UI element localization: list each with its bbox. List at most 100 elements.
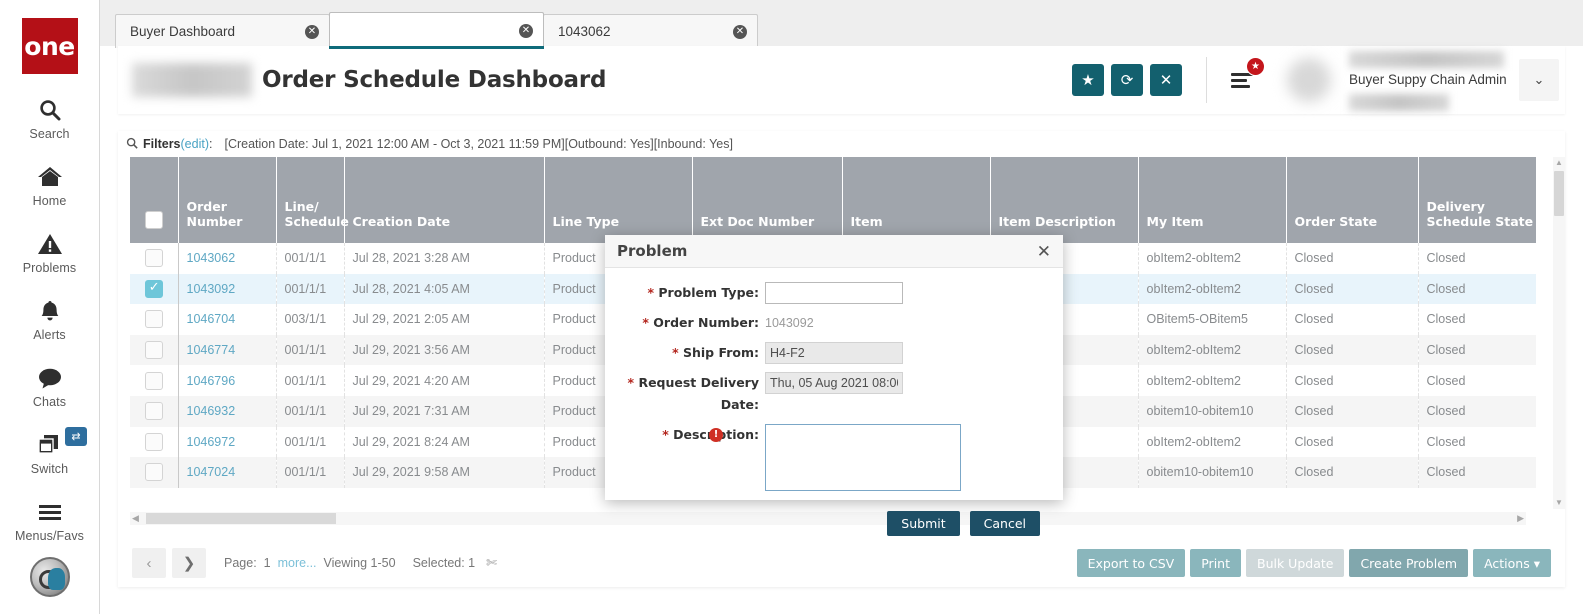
cell-delivery-schedule-state: Closed xyxy=(1426,312,1466,327)
col-line-schedule[interactable]: Line/ Schedule xyxy=(276,157,349,243)
scroll-left-icon[interactable]: ◀ xyxy=(132,512,139,525)
col-line-type[interactable]: Line Type xyxy=(544,157,693,243)
sidebar-item-problems[interactable]: Problems xyxy=(0,230,99,275)
row-select-cell[interactable] xyxy=(130,395,179,427)
row-checkbox[interactable] xyxy=(144,432,163,451)
col-order-number[interactable]: Order Number xyxy=(178,157,277,243)
clear-selection-icon[interactable]: ✄ xyxy=(486,555,497,571)
required-marker: * xyxy=(627,375,635,390)
scroll-up-icon[interactable]: ▲ xyxy=(1553,157,1565,169)
cell-order-number[interactable]: 1047024 xyxy=(178,457,277,488)
cell-creation-date: Jul 29, 2021 3:56 AM xyxy=(344,334,545,366)
col-creation-date[interactable]: Creation Date xyxy=(344,157,545,243)
vertical-scroll-thumb[interactable] xyxy=(1554,171,1564,216)
row-select-cell[interactable] xyxy=(130,426,179,458)
assistant-avatar-icon[interactable] xyxy=(29,557,70,597)
select-all-checkbox[interactable] xyxy=(144,211,163,229)
row-select-cell[interactable] xyxy=(130,243,179,274)
row-checkbox[interactable] xyxy=(144,371,163,390)
more-pages-link[interactable]: more... xyxy=(278,556,317,570)
row-checkbox[interactable] xyxy=(144,402,163,421)
sidebar-item-alerts[interactable]: Alerts xyxy=(0,297,99,342)
row-select-cell[interactable] xyxy=(130,304,179,335)
col-item[interactable]: Item xyxy=(842,157,991,243)
switch-badge-icon[interactable]: ⇄ xyxy=(65,427,87,446)
cell-order-state: Closed xyxy=(1286,334,1419,366)
sidebar-item-switch[interactable]: ⇄ Switch xyxy=(0,427,99,476)
scroll-down-icon[interactable]: ▼ xyxy=(1553,497,1565,509)
scroll-right-icon[interactable]: ▶ xyxy=(1517,512,1524,525)
sidebar-item-search[interactable]: Search xyxy=(0,96,99,141)
select-all-header xyxy=(130,157,179,243)
one-logo[interactable]: one xyxy=(21,18,78,74)
cell-creation-date: Jul 28, 2021 4:05 AM xyxy=(344,273,545,305)
previous-page-button[interactable]: ‹ xyxy=(132,548,166,578)
col-my-item[interactable]: My Item xyxy=(1138,157,1287,243)
cell-order-number[interactable]: 1046704 xyxy=(178,304,277,335)
user-org-redacted xyxy=(1349,94,1449,111)
cell-order-state: Closed xyxy=(1286,457,1419,488)
cell-order-state: Closed xyxy=(1286,243,1419,274)
sidebar-item-label: Chats xyxy=(32,395,67,409)
cell-order-number[interactable]: 1046932 xyxy=(178,395,277,427)
row-checkbox[interactable] xyxy=(144,279,163,298)
close-icon[interactable]: ✕ xyxy=(305,24,319,39)
cell-order-state: Closed xyxy=(1286,304,1419,335)
cell-order-number[interactable]: 1043062 xyxy=(178,243,277,274)
cell-order-number[interactable]: 1043092 xyxy=(178,273,277,305)
export-to-csv-button[interactable]: Export to CSV xyxy=(1076,549,1186,577)
cell-order-number[interactable]: 1046972 xyxy=(178,426,277,458)
refresh-button[interactable]: ⟳ xyxy=(1111,64,1143,96)
close-icon[interactable]: ✕ xyxy=(1037,243,1051,260)
row-checkbox[interactable] xyxy=(144,463,163,482)
submit-button[interactable]: Submit xyxy=(887,511,960,536)
col-order-state[interactable]: Order State xyxy=(1286,157,1419,243)
sidebar-item-menus-favs[interactable]: Menus/Favs xyxy=(0,498,99,543)
row-select-cell[interactable] xyxy=(130,334,179,366)
header-menu-button[interactable]: ★ xyxy=(1225,57,1265,97)
user-menu-caret[interactable]: ⌄ xyxy=(1519,59,1559,101)
close-icon[interactable]: ✕ xyxy=(519,23,533,38)
vertical-scrollbar[interactable]: ▲ ▼ xyxy=(1553,157,1565,509)
tab-order-schedule-dashboard[interactable]: ✕ xyxy=(329,12,544,49)
sidebar-item-home[interactable]: Home xyxy=(0,163,99,208)
filters-edit-link[interactable]: (edit) xyxy=(181,137,209,151)
field-row-problem-type: * Problem Type: xyxy=(605,282,1063,304)
actions-button[interactable]: Actions ▾ xyxy=(1473,549,1551,577)
row-checkbox[interactable] xyxy=(144,341,163,360)
row-select-cell[interactable] xyxy=(130,457,179,488)
row-checkbox[interactable] xyxy=(144,249,163,268)
field-row-ship-from: * Ship From: xyxy=(605,342,1063,364)
row-select-cell[interactable] xyxy=(130,365,179,396)
row-select-cell[interactable] xyxy=(130,273,179,305)
viewing-range: Viewing 1-50 xyxy=(323,556,396,570)
col-item-description[interactable]: Item Description xyxy=(990,157,1139,243)
col-ext-doc-number[interactable]: Ext Doc Number xyxy=(692,157,843,243)
search-icon xyxy=(126,137,138,152)
favorite-button[interactable]: ★ xyxy=(1072,64,1104,96)
row-checkbox[interactable] xyxy=(144,310,163,329)
cell-creation-date: Jul 29, 2021 9:58 AM xyxy=(344,457,545,488)
user-avatar-redacted[interactable] xyxy=(1287,58,1331,102)
ship-from-input[interactable] xyxy=(765,342,903,364)
create-problem-button[interactable]: Create Problem xyxy=(1349,549,1469,577)
request-delivery-date-input[interactable] xyxy=(765,372,903,394)
cancel-button[interactable]: Cancel xyxy=(969,511,1040,536)
description-textarea[interactable] xyxy=(765,424,961,491)
org-logo-redacted xyxy=(132,63,252,97)
next-page-button[interactable]: ❯ xyxy=(172,548,206,578)
cell-order-number[interactable]: 1046796 xyxy=(178,365,277,396)
col-delivery-schedule-state[interactable]: Delivery Schedule State xyxy=(1418,157,1536,243)
cell-creation-date: Jul 29, 2021 8:24 AM xyxy=(344,426,545,458)
cell-order-number[interactable]: 1046774 xyxy=(178,334,277,366)
ship-from-label: * Ship From: xyxy=(605,342,765,364)
problem-type-input[interactable] xyxy=(765,282,903,304)
close-icon[interactable]: ✕ xyxy=(733,24,747,39)
tab-1043062[interactable]: 1043062 ✕ xyxy=(543,14,758,48)
sidebar-item-chats[interactable]: Chats xyxy=(0,364,99,409)
close-page-button[interactable]: ✕ xyxy=(1150,64,1182,96)
horizontal-scroll-thumb[interactable] xyxy=(146,513,336,524)
print-button[interactable]: Print xyxy=(1190,549,1241,577)
filters-colon: : xyxy=(209,137,213,151)
tab-buyer-dashboard[interactable]: Buyer Dashboard ✕ xyxy=(115,14,330,48)
